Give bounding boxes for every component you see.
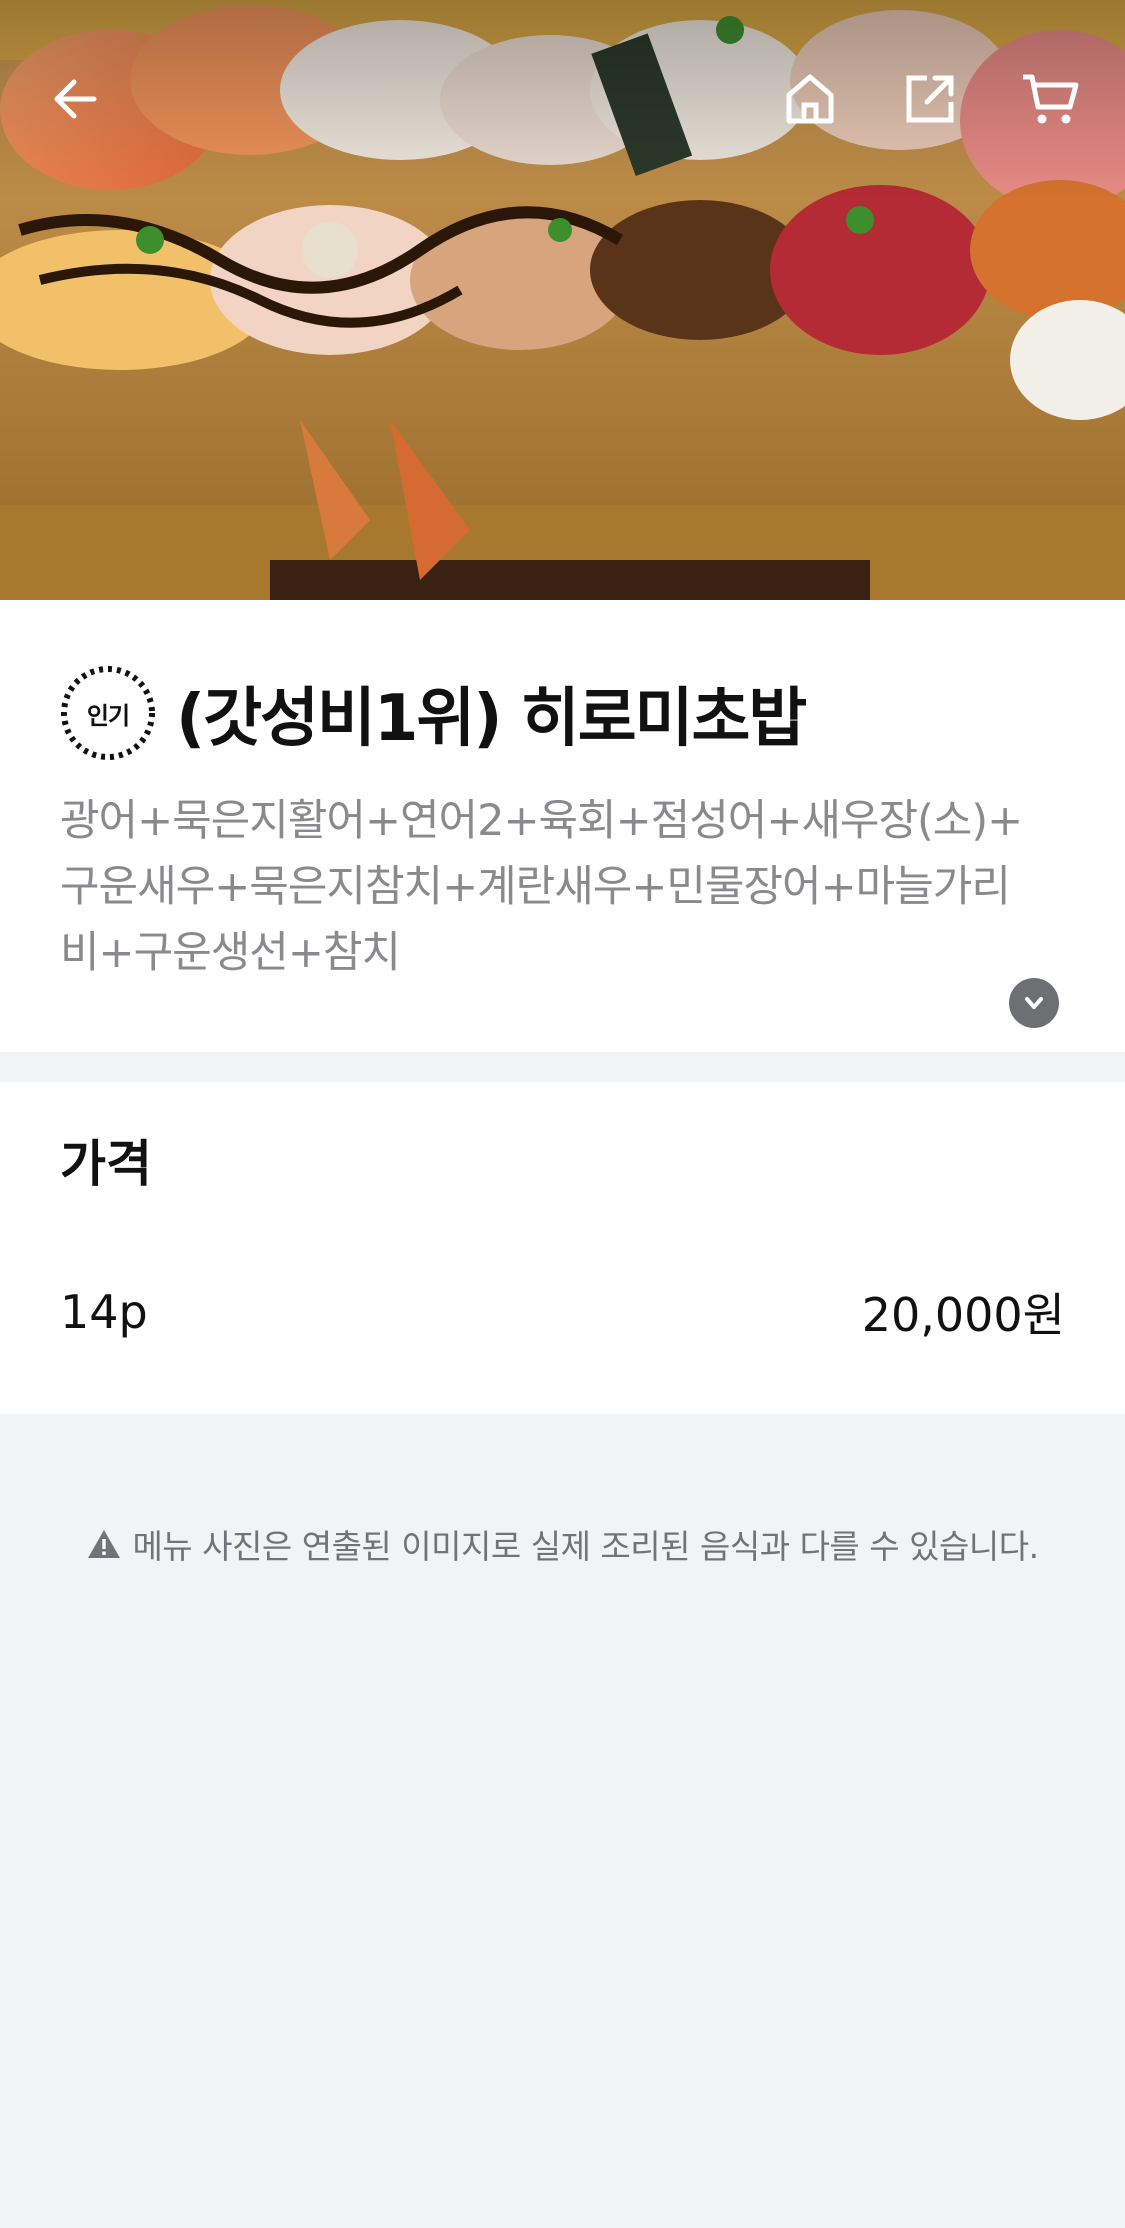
menu-description-line: 구운새우+묵은지참치+계란새우+민물장어+마늘가리	[60, 862, 1011, 912]
chevron-down-icon	[1025, 997, 1043, 1009]
popular-badge-label: 인기	[86, 701, 130, 730]
photo-disclaimer: 메뉴 사진은 연출된 이미지로 실제 조리된 음식과 다를 수 있습니다.	[0, 1520, 1125, 1568]
menu-title: (갓성비1위) 히로미초밥	[176, 682, 807, 756]
home-icon	[786, 74, 834, 124]
menu-description: 광어+묵은지활어+연어2+육회+점성어+새우장(소)+ 구운새우+묵은지참치+계…	[60, 788, 1060, 986]
price-option-row: 14p 20,000원	[60, 1282, 1065, 1342]
menu-info-card: 인기 (갓성비1위) 히로미초밥 광어+묵은지활어+연어2+육회+점성어+새우장…	[0, 600, 1125, 1052]
photo-disclaimer-text: 메뉴 사진은 연출된 이미지로 실제 조리된 음식과 다를 수 있습니다.	[132, 1527, 1039, 1566]
expand-description-button[interactable]	[1009, 978, 1059, 1028]
share-icon	[906, 75, 954, 123]
menu-hero-image	[0, 0, 1125, 600]
cart-button[interactable]	[1017, 66, 1083, 132]
menu-title-row: 인기 (갓성비1위) 히로미초밥	[60, 665, 1065, 761]
share-button[interactable]	[897, 66, 963, 132]
price-section: 가격 14p 20,000원	[0, 1082, 1125, 1414]
price-option-value: 20,000원	[861, 1288, 1065, 1342]
home-button[interactable]	[777, 66, 843, 132]
warning-icon	[86, 1528, 122, 1560]
price-header: 가격	[60, 1135, 152, 1193]
arrow-left-icon	[54, 79, 97, 119]
top-navigation-bar	[0, 0, 1125, 200]
cart-icon	[1023, 74, 1079, 124]
menu-description-line: 비+구운생선+참치	[60, 928, 401, 978]
popular-badge: 인기	[60, 665, 156, 761]
back-button[interactable]	[42, 66, 108, 132]
menu-description-line: 광어+묵은지활어+연어2+육회+점성어+새우장(소)+	[60, 796, 1023, 846]
price-option-label: 14p	[60, 1285, 148, 1339]
